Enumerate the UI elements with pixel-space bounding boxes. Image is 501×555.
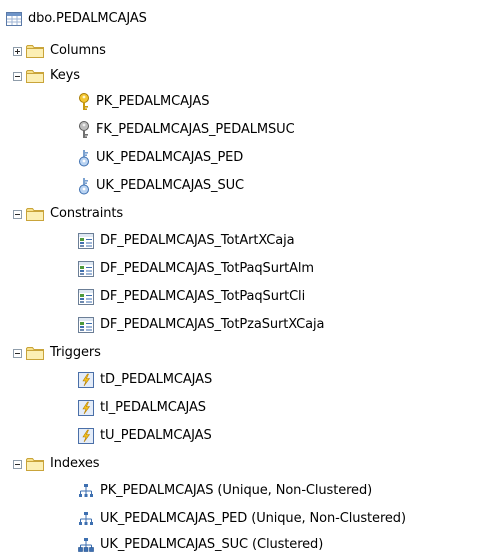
collapse-toggle-icon[interactable]: [13, 459, 22, 469]
trigger-label: tD_PEDALMCAJAS: [100, 372, 213, 387]
index-label: UK_PEDALMCAJAS_SUC (Clustered): [100, 537, 324, 552]
tree-node-index[interactable]: UK_PEDALMCAJAS_PED (Unique, Non-Clustere…: [78, 509, 406, 529]
tree-node-trigger[interactable]: tD_PEDALMCAJAS: [78, 370, 212, 390]
tree-node-trigger[interactable]: tU_PEDALMCAJAS: [78, 426, 212, 446]
constraint-label: DF_PEDALMCAJAS_TotArtXCaja: [100, 233, 295, 248]
tree-node-key[interactable]: PK_PEDALMCAJAS: [78, 92, 209, 112]
constraint-icon: [78, 317, 94, 333]
object-explorer-tree: dbo.PEDALMCAJAS Columns Keys PK_PEDALMCA…: [0, 0, 501, 555]
trigger-icon: [78, 400, 94, 416]
collapse-toggle-icon[interactable]: [13, 348, 22, 358]
tree-node-indexes[interactable]: Indexes: [13, 454, 100, 474]
primary-key-icon: [78, 93, 90, 111]
folder-icon: [26, 69, 44, 83]
key-label: FK_PEDALMCAJAS_PEDALMSUC: [96, 122, 295, 137]
tree-node-key[interactable]: UK_PEDALMCAJAS_PED: [78, 148, 243, 168]
constraint-label: DF_PEDALMCAJAS_TotPaqSurtCli: [100, 289, 306, 304]
tree-node-index[interactable]: PK_PEDALMCAJAS (Unique, Non-Clustered): [78, 481, 372, 501]
tree-node-constraint[interactable]: DF_PEDALMCAJAS_TotArtXCaja: [78, 231, 295, 251]
constraints-folder-label: Constraints: [50, 206, 124, 221]
key-label: UK_PEDALMCAJAS_PED: [96, 150, 244, 165]
constraint-label: DF_PEDALMCAJAS_TotPzaSurtXCaja: [100, 317, 325, 332]
tree-node-table[interactable]: dbo.PEDALMCAJAS: [6, 9, 147, 29]
constraint-icon: [78, 261, 94, 277]
tree-node-keys[interactable]: Keys: [13, 66, 80, 86]
key-label: PK_PEDALMCAJAS: [96, 94, 210, 109]
tree-node-key[interactable]: UK_PEDALMCAJAS_SUC: [78, 176, 244, 196]
expand-toggle-icon[interactable]: [13, 46, 22, 56]
folder-icon: [26, 207, 44, 221]
trigger-icon: [78, 428, 94, 444]
constraint-icon: [78, 233, 94, 249]
index-icon: [78, 511, 94, 527]
tree-node-triggers[interactable]: Triggers: [13, 343, 101, 363]
trigger-label: tU_PEDALMCAJAS: [100, 428, 212, 443]
trigger-icon: [78, 372, 94, 388]
folder-icon: [26, 457, 44, 471]
unique-key-icon: [78, 149, 90, 167]
tree-node-trigger[interactable]: tI_PEDALMCAJAS: [78, 398, 206, 418]
columns-folder-label: Columns: [50, 43, 106, 58]
collapse-toggle-icon[interactable]: [13, 209, 22, 219]
tree-node-constraint[interactable]: DF_PEDALMCAJAS_TotPzaSurtXCaja: [78, 315, 324, 335]
folder-icon: [26, 346, 44, 360]
table-name-label: dbo.PEDALMCAJAS: [28, 11, 147, 26]
folder-icon: [26, 44, 44, 58]
constraint-label: DF_PEDALMCAJAS_TotPaqSurtAlm: [100, 261, 314, 276]
tree-node-constraint[interactable]: DF_PEDALMCAJAS_TotPaqSurtAlm: [78, 259, 314, 279]
key-label: UK_PEDALMCAJAS_SUC: [96, 178, 244, 193]
index-icon: [78, 483, 94, 499]
table-icon: [6, 12, 22, 26]
foreign-key-icon: [78, 121, 90, 139]
tree-node-index[interactable]: UK_PEDALMCAJAS_SUC (Clustered): [78, 535, 323, 555]
index-label: UK_PEDALMCAJAS_PED (Unique, Non-Clustere…: [100, 511, 406, 526]
index-label: PK_PEDALMCAJAS (Unique, Non-Clustered): [100, 483, 373, 498]
clustered-index-icon: [78, 537, 94, 553]
tree-node-columns[interactable]: Columns: [13, 41, 106, 61]
tree-node-constraint[interactable]: DF_PEDALMCAJAS_TotPaqSurtCli: [78, 287, 305, 307]
constraint-icon: [78, 289, 94, 305]
indexes-folder-label: Indexes: [50, 456, 100, 471]
tree-node-constraints[interactable]: Constraints: [13, 204, 123, 224]
keys-folder-label: Keys: [50, 68, 80, 83]
tree-node-key[interactable]: FK_PEDALMCAJAS_PEDALMSUC: [78, 120, 295, 140]
unique-key-icon: [78, 177, 90, 195]
collapse-toggle-icon[interactable]: [13, 71, 22, 81]
trigger-label: tI_PEDALMCAJAS: [100, 400, 206, 415]
triggers-folder-label: Triggers: [50, 345, 101, 360]
